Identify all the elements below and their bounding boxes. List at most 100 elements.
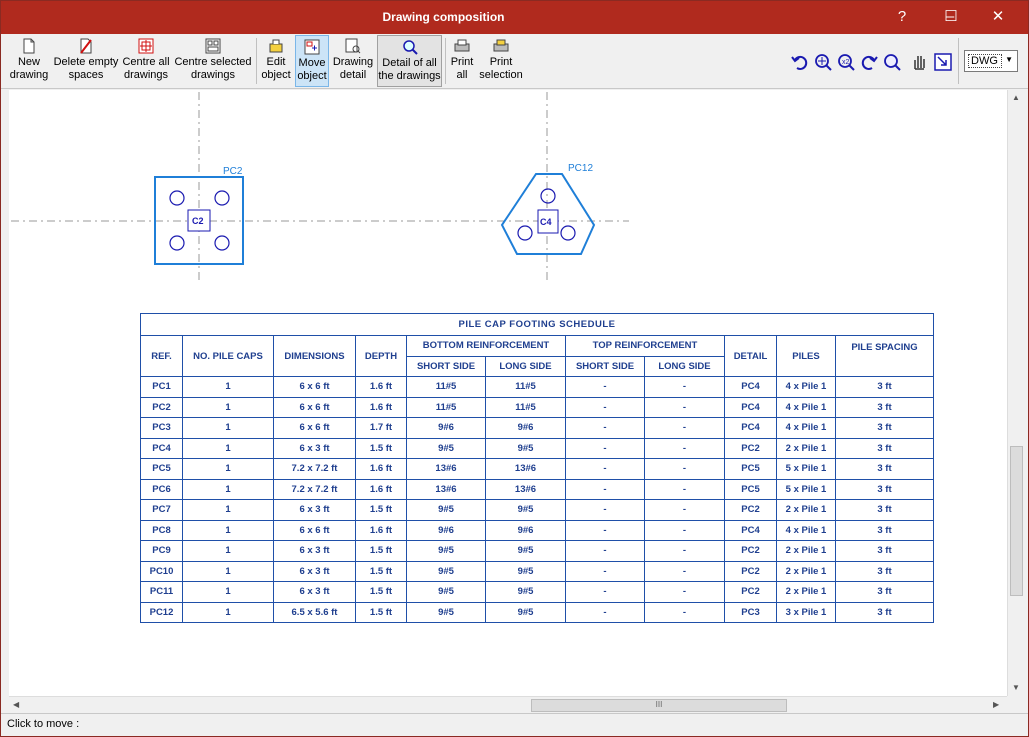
cell-top-short: -: [565, 376, 645, 398]
cell-top-long: -: [644, 560, 725, 582]
pan-hand-icon[interactable]: [909, 52, 929, 72]
table-row[interactable]: PC1 1 6 x 6 ft 1.6 ft 11#5 11#5- - PC4 4 x Pile …: [140, 376, 934, 398]
format-select[interactable]: DWG ▼: [964, 50, 1018, 72]
zoom-half-icon[interactable]: x2: [836, 52, 856, 72]
table-row[interactable]: PC6 1 7.2 x 7.2 ft 1.6 ft 13#6 13#6- - PC5 5 x P…: [140, 478, 934, 500]
table-row[interactable]: PC9 1 6 x 3 ft 1.5 ft 9#5 9#5- - PC2 2 x Pile 13…: [140, 540, 934, 562]
table-row[interactable]: PC2 1 6 x 6 ft 1.6 ft 11#5 11#5- - PC4 4 x Pile …: [140, 396, 934, 418]
cell-dimensions: 6 x 6 ft: [273, 519, 356, 541]
move-object-button[interactable]: Move object: [295, 35, 329, 87]
zoom-extents-icon[interactable]: [882, 52, 902, 72]
centre-selected-drawings-button[interactable]: Centre selected drawings: [173, 35, 253, 87]
new-drawing-label-1: New: [17, 56, 40, 68]
column-label: C4: [540, 217, 552, 227]
table-row[interactable]: PC11 1 6 x 3 ft 1.5 ft 9#5 9#5- - PC2 2 x Pile 1…: [140, 581, 934, 603]
horizontal-scrollbar[interactable]: ◀ III ▶: [9, 696, 1007, 713]
cell-no-pile-caps: 1: [182, 437, 274, 459]
scroll-right-icon[interactable]: ▶: [993, 700, 999, 709]
delete-empty-spaces-button[interactable]: Delete empty spaces: [53, 35, 119, 87]
pile-cap-label: PC2: [223, 166, 243, 177]
cell-bottom-short: 9#5: [406, 437, 486, 459]
header-piles: PILES: [776, 335, 836, 377]
edit-object-label-1: Edit: [266, 56, 286, 68]
scroll-up-icon[interactable]: ▲: [1012, 93, 1020, 102]
cell-pile-spacing: 3 ft: [835, 437, 934, 459]
cell-depth: 1.7 ft: [355, 417, 407, 439]
move-object-label-1: Move: [298, 57, 326, 69]
help-button[interactable]: ?: [880, 5, 924, 29]
print-selection-label-1: Print: [489, 56, 513, 68]
drawing-canvas[interactable]: PC2 C2 PC12 C4 PILE CAP FOOTING SCHEDULE…: [9, 90, 1007, 696]
cell-dimensions: 6 x 3 ft: [273, 540, 356, 562]
zoom-window-icon[interactable]: [813, 52, 833, 72]
maximize-button[interactable]: ☐: [929, 5, 973, 29]
cell-depth: 1.5 ft: [355, 601, 407, 623]
centre-selected-label-1: Centre selected: [174, 56, 252, 68]
edit-icon: [269, 39, 283, 53]
table-row[interactable]: PC12 1 6.5 x 5.6 ft 1.5 ft 9#5 9#5- - PC3 3 x Pi…: [140, 601, 934, 623]
centre-selected-label-2: drawings: [190, 69, 236, 81]
centre-all-drawings-button[interactable]: Centre all drawings: [121, 35, 171, 87]
pile-circle: [214, 190, 230, 206]
cell-top-long: -: [644, 499, 725, 521]
cell-no-pile-caps: 1: [182, 458, 274, 480]
cell-detail: PC3: [724, 601, 777, 623]
cell-bottom-long: 11#5: [485, 376, 566, 398]
drawing-detail-button[interactable]: Drawing detail: [332, 35, 374, 87]
edit-object-button[interactable]: Edit object: [259, 35, 293, 87]
table-row[interactable]: PC10 1 6 x 3 ft 1.5 ft 9#5 9#5- - PC2 2 x Pile 1…: [140, 560, 934, 582]
cell-no-pile-caps: 1: [182, 560, 274, 582]
horizontal-scroll-thumb[interactable]: III: [531, 699, 787, 712]
table-row[interactable]: PC7 1 6 x 3 ft 1.5 ft 9#5 9#5- - PC2 2 x Pile 13…: [140, 499, 934, 521]
undo-view-icon[interactable]: [790, 52, 810, 72]
header-top-reinforcement: TOP REINFORCEMENT: [565, 335, 725, 357]
centre-selected-icon: [205, 38, 221, 54]
pile-circle: [169, 235, 185, 251]
print-selection-button[interactable]: Print selection: [478, 35, 524, 87]
pile-cap-schedule-table[interactable]: PILE CAP FOOTING SCHEDULE REF. NO. PILE …: [140, 313, 934, 623]
cell-depth: 1.5 ft: [355, 581, 407, 603]
cell-piles: 4 x Pile 1: [776, 396, 836, 418]
cell-ref: PC7: [140, 499, 183, 521]
fit-window-icon[interactable]: [933, 52, 953, 72]
cell-no-pile-caps: 1: [182, 499, 274, 521]
scroll-left-icon[interactable]: ◀: [13, 700, 19, 709]
vertical-scrollbar[interactable]: ▲ ▼: [1007, 90, 1024, 696]
cell-piles: 2 x Pile 1: [776, 560, 836, 582]
cell-top-long: -: [644, 540, 725, 562]
table-row[interactable]: PC5 1 7.2 x 7.2 ft 1.6 ft 13#6 13#6- - PC5 5 x P…: [140, 458, 934, 480]
pile-circle: [517, 225, 533, 241]
print-all-button[interactable]: Print all: [448, 35, 476, 87]
cell-top-short: -: [565, 499, 645, 521]
detail-all-icon: [402, 40, 418, 55]
print-all-label-2: all: [456, 69, 468, 81]
cell-piles: 4 x Pile 1: [776, 519, 836, 541]
vertical-scroll-thumb[interactable]: [1010, 446, 1023, 596]
table-row[interactable]: PC3 1 6 x 6 ft 1.7 ft 9#6 9#6- - PC4 4 x Pile 13…: [140, 417, 934, 439]
title-bar[interactable]: Drawing composition ? – ☐ ✕: [1, 1, 1028, 34]
table-row[interactable]: PC4 1 6 x 3 ft 1.5 ft 9#5 9#5- - PC2 2 x Pile 13…: [140, 437, 934, 459]
cell-piles: 2 x Pile 1: [776, 540, 836, 562]
header-bottom-long-side: LONG SIDE: [485, 355, 566, 377]
cell-top-long: -: [644, 601, 725, 623]
new-drawing-button[interactable]: New drawing: [7, 35, 51, 87]
scroll-down-icon[interactable]: ▼: [1012, 683, 1020, 692]
cell-bottom-short: 11#5: [406, 376, 486, 398]
redraw-icon[interactable]: [859, 52, 879, 72]
cell-depth: 1.5 ft: [355, 499, 407, 521]
cell-ref: PC5: [140, 458, 183, 480]
cell-pile-spacing: 3 ft: [835, 499, 934, 521]
schedule-body: PC1 1 6 x 6 ft 1.6 ft 11#5 11#5- - PC4 4 x Pile …: [140, 376, 934, 623]
cell-piles: 2 x Pile 1: [776, 581, 836, 603]
drawing-detail-label-1: Drawing: [332, 56, 374, 68]
detail-all-drawings-button[interactable]: Detail of all the drawings: [377, 35, 442, 87]
cell-detail: PC5: [724, 458, 777, 480]
cell-top-short: -: [565, 560, 645, 582]
cell-top-short: -: [565, 478, 645, 500]
close-button[interactable]: ✕: [976, 5, 1020, 29]
pile-circle: [540, 188, 556, 204]
toolbar-separator: [958, 38, 959, 84]
cell-bottom-short: 11#5: [406, 396, 486, 418]
table-row[interactable]: PC8 1 6 x 6 ft 1.6 ft 9#6 9#6- - PC4 4 x Pile 13…: [140, 519, 934, 541]
cell-pile-spacing: 3 ft: [835, 540, 934, 562]
